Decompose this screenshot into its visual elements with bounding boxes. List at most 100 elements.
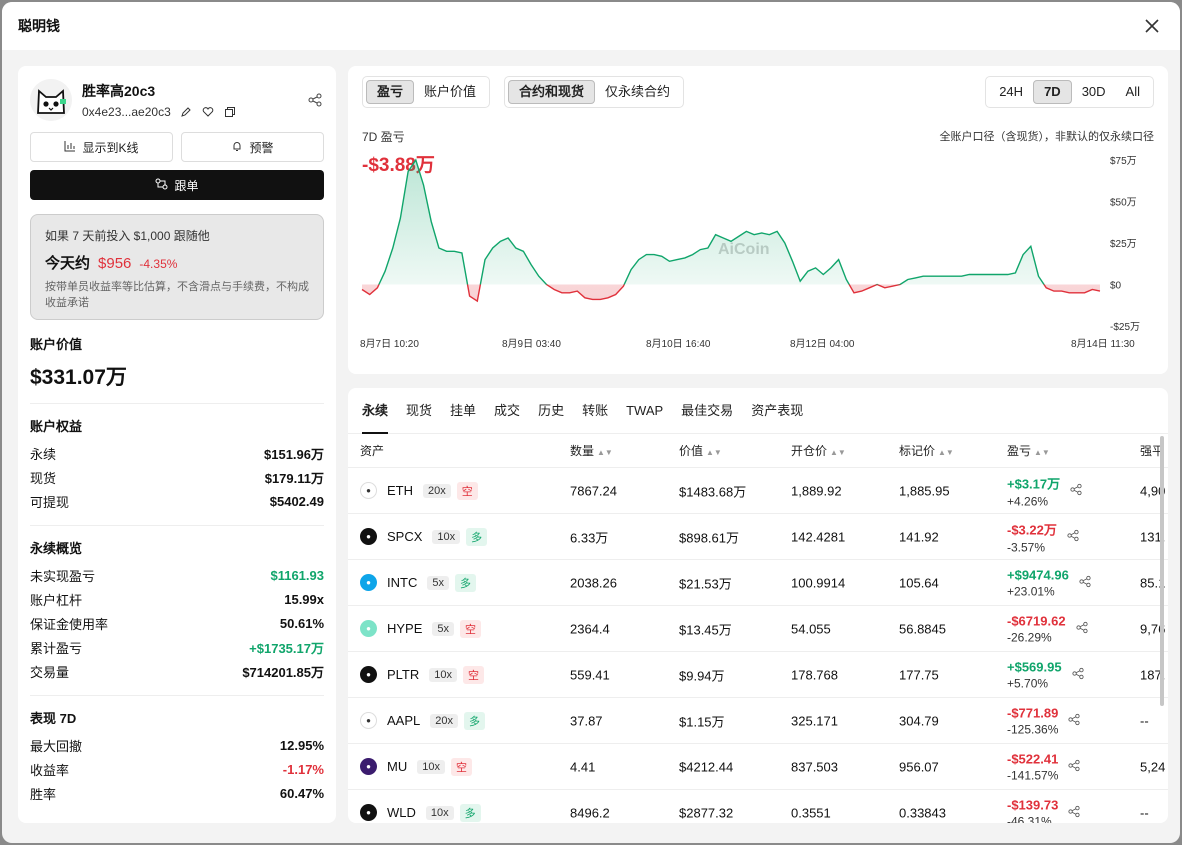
sim-question: 如果 7 天前投入 $1,000 跟随他 (45, 229, 210, 243)
qty-cell: 2038.26 (570, 575, 617, 590)
close-icon[interactable] (1140, 14, 1164, 38)
tab-4[interactable]: 历史 (538, 388, 564, 434)
heart-icon[interactable] (201, 105, 215, 119)
follow-simulation-card: 如果 7 天前投入 $1,000 跟随他 今天约 $956 -4.35% 按带单… (30, 214, 324, 320)
pnl-cell: +$3.17万 +4.26% (1007, 473, 1082, 508)
perf-value: 60.47% (279, 785, 324, 801)
leverage-badge: 20x (423, 483, 451, 498)
y-tick-label: $25万 (1110, 239, 1137, 250)
mark-cell: 56.8845 (899, 621, 946, 636)
share-icon[interactable] (1068, 713, 1080, 728)
asset-cell: ● HYPE 5x 空 (360, 619, 482, 638)
tab-5[interactable]: 转账 (582, 388, 608, 434)
x-tick-label: 8月12日 04:00 (790, 338, 855, 350)
column-header[interactable]: 标记价 ▲▼ (899, 442, 954, 459)
mark-cell: 141.92 (899, 529, 939, 544)
equity-row: 现货 $179.11万 (30, 465, 324, 489)
perp-label: 未实现盈亏 (30, 568, 96, 584)
edit-icon[interactable] (179, 105, 193, 119)
table-row[interactable]: ● PLTR 10x 空 559.41 $9.94万 178.768 177.75 +$569.… (348, 652, 1168, 698)
perf-value: 12.95% (279, 737, 324, 753)
mark-cell: 956.07 (899, 759, 939, 774)
table-row[interactable]: ● AAPL 20x 多 37.87 $1.15万 325.171 304.79 -$771.8… (348, 698, 1168, 744)
share-icon[interactable] (1067, 529, 1079, 544)
pnl-cell: -$3.22万 -3.57% (1007, 519, 1079, 554)
avatar (30, 79, 72, 121)
table-row[interactable]: ● HYPE 5x 空 2364.4 $13.45万 54.055 56.8845 -$6719… (348, 606, 1168, 652)
open-cell: 100.9914 (791, 575, 846, 590)
val-cell: $1.15万 (679, 714, 725, 729)
equity-label: 现货 (30, 470, 57, 486)
copy-icon[interactable] (223, 105, 237, 119)
open-cell: 142.4281 (791, 529, 846, 544)
asset-cell: ● INTC 5x 多 (360, 573, 476, 592)
share-icon[interactable] (1070, 483, 1082, 498)
perp-overview-title: 永续概览 (30, 541, 83, 556)
tab-0[interactable]: 永续 (362, 388, 389, 434)
perp-label: 保证金使用率 (30, 616, 109, 632)
leverage-badge: 10x (417, 759, 445, 774)
coin-icon: ● (360, 574, 377, 591)
x-tick-label: 8月10日 16:40 (646, 338, 711, 350)
y-tick-label: $50万 (1110, 198, 1137, 209)
y-tick-label: $75万 (1110, 156, 1137, 167)
tab-2[interactable]: 挂单 (450, 388, 476, 434)
share-icon[interactable] (306, 91, 324, 109)
open-cell: 178.768 (791, 667, 838, 682)
y-tick-label: $0 (1110, 281, 1122, 292)
show-kline-label: 显示到K线 (82, 140, 139, 155)
mark-cell: 304.79 (899, 713, 939, 728)
profile: 胜率高20c3 0x4e23...ae20c3 (30, 78, 324, 122)
positions-panel: 永续 现货 挂单 成交 历史 转账 TWAP 最佳交易 资产表现 资产 数量 ▲▼ 价值 ▲▼ 开仓价 ▲▼… (348, 388, 1168, 823)
table-row[interactable]: ● INTC 5x 多 2038.26 $21.53万 100.9914 105.64 +$94… (348, 560, 1168, 606)
follow-button[interactable]: 跟单 (30, 170, 324, 200)
share-icon[interactable] (1068, 805, 1080, 820)
column-header[interactable]: 开仓价 ▲▼ (791, 442, 846, 459)
asset-symbol: HYPE (387, 621, 423, 636)
asset-cell: ● PLTR 10x 空 (360, 665, 485, 684)
copy-trade-icon (155, 178, 168, 193)
asset-symbol: SPCX (387, 529, 423, 544)
share-icon[interactable] (1072, 667, 1084, 682)
pnl-cell: -$139.73 -46.31% (1007, 797, 1080, 823)
alert-button[interactable]: 预警 (181, 132, 324, 162)
table-row[interactable]: ● SPCX 10x 多 6.33万 $898.61万 142.4281 141.92 -$3.… (348, 514, 1168, 560)
tab-1[interactable]: 现货 (406, 388, 432, 434)
table-row[interactable]: ● MU 10x 空 4.41 $4212.44 837.503 956.07 -$522.41… (348, 744, 1168, 790)
tab-8[interactable]: 资产表现 (751, 388, 803, 434)
table-row[interactable]: ● WLD 10x 多 8496.2 $2877.32 0.3551 0.33843 -$139… (348, 790, 1168, 823)
pnl-pct: +5.70% (1007, 676, 1049, 690)
tab-6[interactable]: TWAP (626, 388, 663, 434)
val-cell: $2877.32 (679, 805, 734, 820)
pnl-value: +$9474.96 (1007, 567, 1069, 582)
show-kline-button[interactable]: 显示到K线 (30, 132, 173, 162)
tab-7[interactable]: 最佳交易 (681, 388, 733, 434)
mark-cell: 177.75 (899, 667, 939, 682)
pnl-pct: -141.57% (1007, 768, 1059, 782)
table-row[interactable]: ● ETH 20x 空 7867.24 $1483.68万 1,889.92 1,885.95… (348, 468, 1168, 514)
share-icon[interactable] (1075, 621, 1088, 636)
sort-icon: ▲▼ (830, 448, 846, 457)
perf-row: 胜率 60.47% (30, 781, 324, 805)
val-cell: $4212.44 (679, 759, 734, 774)
column-header[interactable]: 数量 ▲▼ (570, 442, 613, 459)
perp-value: +$1735.17万 (249, 640, 324, 656)
y-tick-label: -$25万 (1110, 322, 1140, 333)
share-icon[interactable] (1079, 575, 1091, 590)
coin-icon: ● (360, 666, 377, 683)
tab-3[interactable]: 成交 (494, 388, 520, 434)
qty-cell: 559.41 (570, 667, 610, 682)
column-header-label: 盈亏 (1007, 444, 1032, 458)
asset-symbol: WLD (387, 805, 416, 820)
qty-cell: 7867.24 (570, 483, 617, 498)
share-icon[interactable] (1068, 759, 1080, 774)
pnl-value: +$3.17万 (1007, 476, 1061, 491)
open-cell: 0.3551 (791, 805, 831, 820)
qty-cell: 2364.4 (570, 621, 610, 636)
equity-title: 账户权益 (30, 419, 83, 434)
column-header[interactable]: 盈亏 ▲▼ (1007, 442, 1050, 459)
wallet-address: 0x4e23...ae20c3 (82, 105, 171, 119)
perp-value: 15.99x (284, 591, 324, 607)
column-header[interactable]: 价值 ▲▼ (679, 442, 722, 459)
table-scrollbar[interactable] (1160, 436, 1164, 706)
